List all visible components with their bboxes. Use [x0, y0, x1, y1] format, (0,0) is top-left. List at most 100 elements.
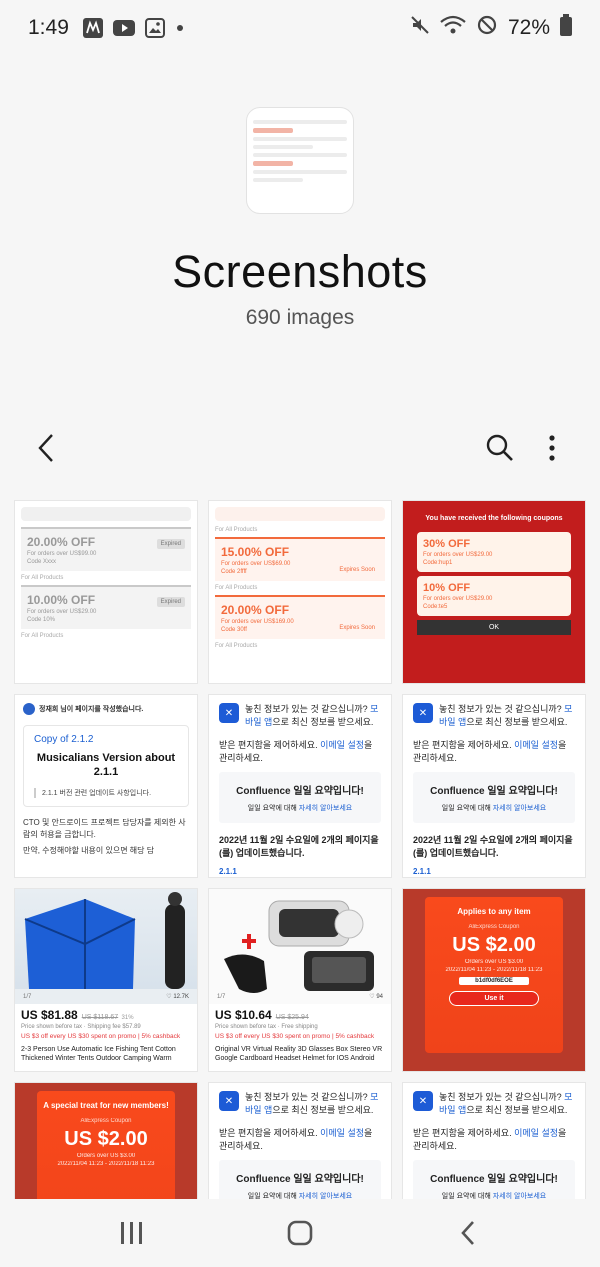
system-back-button[interactable] [438, 1211, 498, 1255]
coupon-condition: Orders over US $3.00 [464, 959, 524, 965]
coupon-use-button: Use it [449, 991, 539, 1006]
popup-code: Code:hup1 [423, 560, 453, 566]
album-toolbar [0, 420, 600, 480]
dnd-icon [476, 14, 498, 42]
conf-summary-title: Confluence 일일 요약입니다! [236, 786, 364, 798]
coupon-meta: For All Products [215, 527, 258, 533]
page-heading: Musicalians Version about 2.1.1 [36, 752, 176, 779]
coupon-amount: US $2.00 [452, 934, 536, 956]
screenshot-thumbnail[interactable]: For All Products 15.00% OFF For orders o… [208, 500, 392, 684]
user-avatar-icon [23, 703, 35, 715]
page-body-text: CTO 및 안드로이드 프로젝트 담당자를 제외한 사람의 허용을 금합니다. [23, 817, 186, 839]
coupon-status: Expired [156, 539, 185, 549]
ice-fishing-tent-image [15, 892, 197, 1004]
more-options-button[interactable] [524, 420, 580, 476]
dot-icon [175, 23, 185, 33]
home-button[interactable] [270, 1211, 330, 1255]
gallery-album-screen: 1:49 72% Screenshots 690 images 20.00% O… [0, 0, 600, 1267]
screenshot-thumbnail[interactable]: ✕ 놓친 정보가 있는 것 같으십니까? 모바일 앱으로 최신 정보를 받으세요… [208, 694, 392, 878]
coupon-entry: 10.00% OFF Expired For orders over US$29… [21, 585, 191, 629]
coupon-code: b1df0df6EOE [459, 977, 529, 985]
conf-date-text: 2022년 11월 2일 수요일에 2개의 페이지을(를) 업데이트했습니다. [219, 835, 379, 859]
product-shipping: Price shown before tax · Free shipping [215, 1024, 318, 1030]
album-cover-thumbnail [246, 107, 354, 214]
coupon-status: Expires Soon [339, 625, 375, 631]
screenshot-thumbnail[interactable]: ✕ 놓친 정보가 있는 것 같으십니까? 모바일 앱으로 최신 정보를 받으세요… [208, 1082, 392, 1199]
search-icon [486, 434, 513, 461]
product-info: US $10.64 US $25.94 Price shown before ta… [209, 1004, 391, 1067]
album-title: Screenshots [172, 246, 428, 297]
screenshot-thumbnail[interactable]: 1/7 ♡ 94 US $10.64 US $25.94 Price shown … [208, 888, 392, 1072]
conf-version: 2.1.1 [413, 867, 431, 877]
screenshot-thumbnail[interactable]: 1/7 ♡ 12.7K US $81.88 US $118.67 31% Pric… [14, 888, 198, 1072]
conf-inbox-text: 받은 편지함을 제어하세요. 이메일 설정을 관리하세요. [413, 740, 567, 764]
product-price: US $10.64 US $25.94 [215, 1008, 309, 1022]
mute-icon [410, 15, 430, 41]
coupon-entry: 15.00% OFF For orders over US$69.00 Code… [215, 537, 385, 581]
likes-count: ♡ 12.7K [166, 994, 189, 1000]
mc-donalds-icon [82, 18, 103, 38]
conf-summary-sub: 일일 요약에 대해 자세히 알아보세요 [247, 1193, 353, 1199]
product-info: US $81.88 US $118.67 31% Price shown befo… [15, 1004, 197, 1067]
conf-summary-box: Confluence 일일 요약입니다! 일일 요약에 대해 자세히 알아보세요 [413, 772, 575, 824]
chevron-left-icon [38, 434, 53, 462]
page-copy-link: Copy of 2.1.2 [34, 734, 94, 745]
coupon-popup-heading: A special treat for new members! [43, 1101, 169, 1110]
popup-percent: 10% OFF [423, 582, 471, 594]
conf-version: 2.1.1 [219, 867, 237, 877]
coupon-meta: For All Products [215, 585, 258, 591]
confluence-logo-icon: ✕ [413, 1091, 433, 1111]
battery-icon [560, 14, 572, 42]
conf-summary-sub: 일일 요약에 대해 자세히 알아보세요 [247, 805, 353, 813]
coupon-status: Expired [156, 597, 185, 607]
album-count: 690 images [245, 306, 355, 329]
search-button[interactable] [472, 420, 528, 476]
status-bar: 1:49 72% [0, 0, 600, 56]
coupon-popup-sub: AliExpress Coupon [468, 924, 520, 930]
coupon-popup-heading: Applies to any item [457, 907, 531, 916]
screenshot-thumbnail[interactable]: 20.00% OFF Expired For orders over US$99… [14, 500, 198, 684]
product-promo: US $3 off every US $30 spent on promo | … [21, 1033, 181, 1040]
back-button[interactable] [18, 420, 74, 476]
conf-summary-box: Confluence 일일 요약입니다! 일일 요약에 대해 자세히 알아보세요 [413, 1160, 575, 1199]
popup-percent: 30% OFF [423, 538, 471, 550]
wifi-icon [440, 15, 466, 41]
popup-condition: For orders over US$29.00 [423, 596, 493, 602]
more-vertical-icon [549, 435, 555, 461]
coupon-meta: For All Products [21, 575, 64, 581]
screenshot-thumbnail[interactable]: ✕ 놓친 정보가 있는 것 같으십니까? 모바일 앱으로 최신 정보를 받으세요… [402, 694, 586, 878]
home-icon [287, 1220, 313, 1246]
coupon-popup-card: Applies to any item AliExpress Coupon US… [425, 897, 563, 1053]
screenshot-thumbnail[interactable]: Applies to any item AliExpress Coupon US… [402, 888, 586, 1072]
coupon-condition: For orders over US$29.00 [27, 609, 97, 615]
page-notice: 정재희 님이 페이지를 작성했습니다. [23, 703, 189, 715]
conf-summary-title: Confluence 일일 요약입니다! [430, 1174, 558, 1186]
image-counter: 1/7 [23, 994, 32, 1000]
vr-headset-image [224, 900, 374, 993]
screenshot-thumbnail[interactable]: You have received the following coupons … [402, 500, 586, 684]
product-shipping: Price shown before tax · Shipping fee $5… [21, 1024, 141, 1030]
coupon-dates: 2022/11/04 11:23 - 2022/11/18 11:23 [445, 967, 543, 973]
gallery-icon [144, 18, 165, 38]
recents-button[interactable] [102, 1211, 162, 1255]
screenshot-grid: 20.00% OFF Expired For orders over US$99… [12, 499, 588, 1199]
page-body-text: 만약, 수정해야할 내용이 있으면 해당 담 [23, 845, 155, 855]
page-notice-text: 정재희 님이 페이지를 작성했습니다. [39, 706, 144, 713]
coupon-entry: 20.00% OFF For orders over US$169.00 Cod… [215, 595, 385, 639]
screenshot-thumbnail[interactable]: ✕ 놓친 정보가 있는 것 같으십니까? 모바일 앱으로 최신 정보를 받으세요… [402, 1082, 586, 1199]
coupon-popup-card: A special treat for new members! AliExpr… [37, 1091, 175, 1199]
conf-notice: 놓친 정보가 있는 것 같으십니까? 모바일 앱으로 최신 정보를 받으세요. [245, 1092, 379, 1115]
conf-notice: 놓친 정보가 있는 것 같으십니까? 모바일 앱으로 최신 정보를 받으세요. [439, 1092, 573, 1115]
coupon-meta: For All Products [21, 633, 64, 639]
conf-summary-box: Confluence 일일 요약입니다! 일일 요약에 대해 자세히 알아보세요 [219, 1160, 381, 1199]
coupon-condition: For orders over US$99.00 [27, 551, 97, 557]
coupon-meta: For All Products [215, 643, 258, 649]
product-title: 2-3 Person Use Automatic Ice Fishing Ten… [21, 1046, 176, 1063]
popup-heading: You have received the following coupons [425, 515, 563, 522]
screenshot-thumbnail[interactable]: A special treat for new members! AliExpr… [14, 1082, 198, 1199]
product-title: Original VR Virtual Reality 3D Glasses B… [215, 1046, 383, 1063]
popup-coupon: 10% OFF For orders over US$29.00 Code:te… [417, 576, 571, 616]
back-icon [461, 1221, 474, 1245]
screenshot-thumbnail[interactable]: 정재희 님이 페이지를 작성했습니다. Copy of 2.1.2 Musica… [14, 694, 198, 878]
coupon-code: Code 10% [27, 617, 56, 623]
